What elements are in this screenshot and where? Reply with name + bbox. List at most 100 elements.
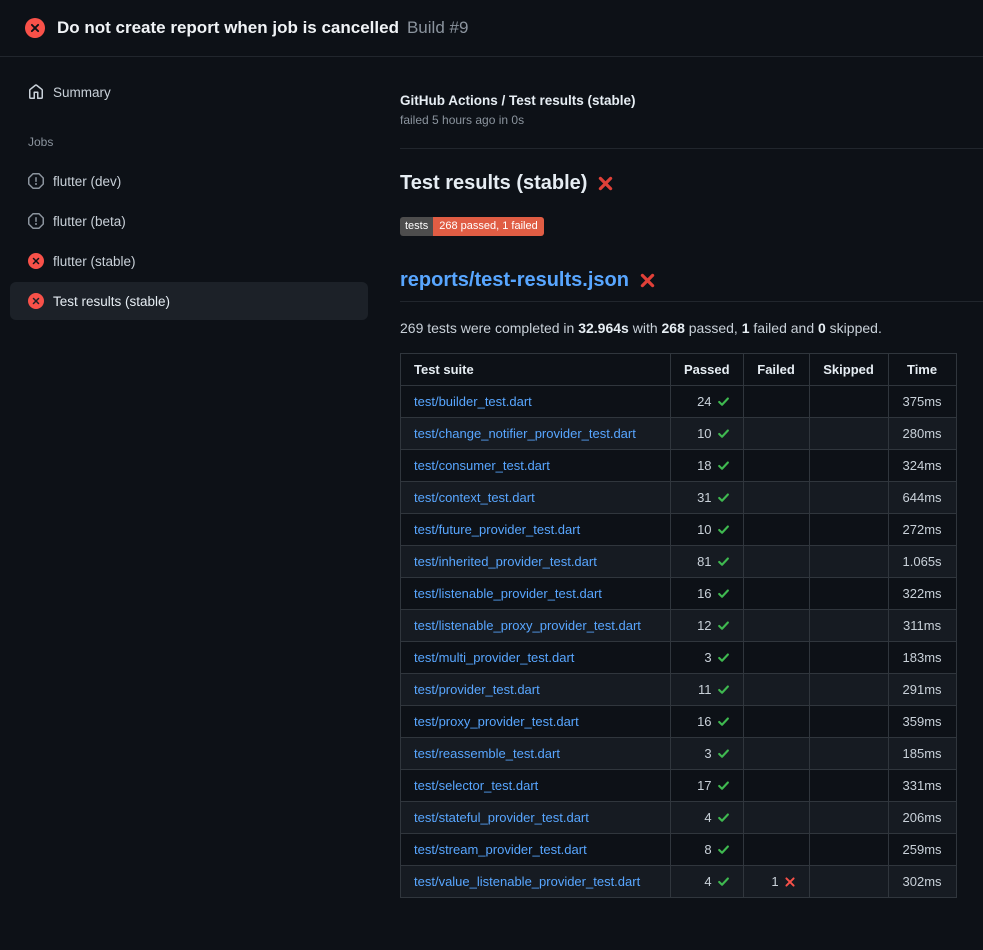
- sidebar-item-flutter-dev[interactable]: flutter (dev): [10, 162, 368, 200]
- x-circle-icon: [28, 293, 44, 309]
- table-row: test/builder_test.dart24375ms: [401, 386, 957, 418]
- table-row: test/future_provider_test.dart10272ms: [401, 514, 957, 546]
- sidebar-item-flutter-stable[interactable]: flutter (stable): [10, 242, 368, 280]
- time-cell: 183ms: [888, 642, 956, 674]
- suite-link[interactable]: test/multi_provider_test.dart: [414, 650, 574, 665]
- time-cell: 375ms: [888, 386, 956, 418]
- suite-link[interactable]: test/consumer_test.dart: [414, 458, 550, 473]
- table-row: test/consumer_test.dart 18 324ms: [401, 450, 957, 482]
- app-header: Do not create report when job is cancell…: [0, 0, 983, 57]
- badge-value: 268 passed, 1 failed: [433, 217, 543, 236]
- time-cell: 1.065s: [888, 546, 956, 578]
- failed-cell: [743, 706, 809, 738]
- skipped-cell: [809, 770, 888, 802]
- skipped-cell: [809, 578, 888, 610]
- suite-link[interactable]: test/stateful_provider_test.dart: [414, 810, 589, 825]
- section-title-text: Test results (stable): [400, 172, 587, 195]
- summary-failed: 1: [742, 320, 750, 336]
- home-icon: [28, 84, 44, 100]
- divider: [400, 148, 983, 149]
- failed-cell: [743, 578, 809, 610]
- report-title: reports/test-results.json: [400, 269, 983, 302]
- time-cell: 331ms: [888, 770, 956, 802]
- time-cell: 272ms: [888, 514, 956, 546]
- check-icon: [717, 555, 730, 568]
- sidebar-job-label: flutter (dev): [53, 174, 121, 189]
- suite-link[interactable]: test/stream_provider_test.dart: [414, 842, 587, 857]
- check-icon: [717, 747, 730, 760]
- summary-passed: 268: [662, 320, 685, 336]
- column-header-skipped: Skipped: [809, 354, 888, 386]
- failed-cell: [743, 674, 809, 706]
- results-table-body: test/builder_test.dart24375ms test/change…: [401, 386, 957, 898]
- x-mark-icon: [639, 272, 656, 289]
- x-icon: [784, 876, 796, 888]
- check-icon: [717, 651, 730, 664]
- badge-label: tests: [400, 217, 433, 236]
- main-content: GitHub Actions / Test results (stable) f…: [384, 57, 983, 950]
- stop-icon: [28, 173, 44, 189]
- time-cell: 291ms: [888, 674, 956, 706]
- time-cell: 206ms: [888, 802, 956, 834]
- table-row: test/listenable_provider_test.dart16322m…: [401, 578, 957, 610]
- passed-cell: 16: [671, 578, 744, 610]
- skipped-cell: [809, 610, 888, 642]
- sidebar-item-test-results-stable[interactable]: Test results (stable): [10, 282, 368, 320]
- passed-cell: 18: [671, 450, 744, 482]
- passed-cell: 4: [671, 866, 744, 898]
- sidebar: Summary Jobs flutter (dev) flutter (beta…: [0, 57, 384, 950]
- jobs-heading: Jobs: [0, 135, 384, 149]
- failed-cell: [743, 610, 809, 642]
- time-cell: 324ms: [888, 450, 956, 482]
- passed-cell: 3: [671, 738, 744, 770]
- table-row: test/listenable_proxy_provider_test.dart…: [401, 610, 957, 642]
- suite-link[interactable]: test/proxy_provider_test.dart: [414, 714, 579, 729]
- skipped-cell: [809, 642, 888, 674]
- x-circle-icon: [25, 18, 45, 38]
- failed-cell: [743, 738, 809, 770]
- report-title-link[interactable]: reports/test-results.json: [400, 269, 629, 292]
- run-status-text: failed 5 hours ago in 0s: [400, 113, 983, 127]
- check-icon: [717, 619, 730, 632]
- passed-cell: 10: [671, 418, 744, 450]
- suite-link[interactable]: test/change_notifier_provider_test.dart: [414, 426, 636, 441]
- check-icon: [717, 779, 730, 792]
- page-title: Do not create report when job is cancell…: [57, 18, 399, 38]
- check-icon: [717, 459, 730, 472]
- failed-cell: [743, 642, 809, 674]
- suite-link[interactable]: test/reassemble_test.dart: [414, 746, 560, 761]
- skipped-cell: [809, 674, 888, 706]
- table-row: test/inherited_provider_test.dart811.065…: [401, 546, 957, 578]
- sidebar-item-summary[interactable]: Summary: [10, 73, 368, 111]
- suite-link[interactable]: test/value_listenable_provider_test.dart: [414, 874, 640, 889]
- tests-badge: tests 268 passed, 1 failed: [400, 217, 544, 236]
- suite-link[interactable]: test/builder_test.dart: [414, 394, 532, 409]
- breadcrumb: GitHub Actions / Test results (stable): [400, 93, 983, 108]
- suite-link[interactable]: test/future_provider_test.dart: [414, 522, 580, 537]
- check-icon: [717, 875, 730, 888]
- time-cell: 185ms: [888, 738, 956, 770]
- table-row: test/stream_provider_test.dart8259ms: [401, 834, 957, 866]
- time-cell: 644ms: [888, 482, 956, 514]
- x-mark-icon: [597, 175, 614, 192]
- suite-link[interactable]: test/selector_test.dart: [414, 778, 538, 793]
- skipped-cell: [809, 386, 888, 418]
- failed-cell: [743, 386, 809, 418]
- suite-link[interactable]: test/provider_test.dart: [414, 682, 540, 697]
- suite-link[interactable]: test/context_test.dart: [414, 490, 535, 505]
- build-number: Build #9: [407, 18, 468, 38]
- skipped-cell: [809, 546, 888, 578]
- suite-link[interactable]: test/listenable_provider_test.dart: [414, 586, 602, 601]
- table-row: test/value_listenable_provider_test.dart…: [401, 866, 957, 898]
- suite-link[interactable]: test/listenable_proxy_provider_test.dart: [414, 618, 641, 633]
- suite-link[interactable]: test/inherited_provider_test.dart: [414, 554, 597, 569]
- summary-skipped: 0: [818, 320, 826, 336]
- column-header-passed: Passed: [671, 354, 744, 386]
- skipped-cell: [809, 866, 888, 898]
- time-cell: 359ms: [888, 706, 956, 738]
- summary-duration: 32.964s: [578, 320, 629, 336]
- table-row: test/proxy_provider_test.dart16359ms: [401, 706, 957, 738]
- section-title: Test results (stable): [400, 172, 983, 195]
- sidebar-item-flutter-beta[interactable]: flutter (beta): [10, 202, 368, 240]
- failed-cell: 1: [743, 866, 809, 898]
